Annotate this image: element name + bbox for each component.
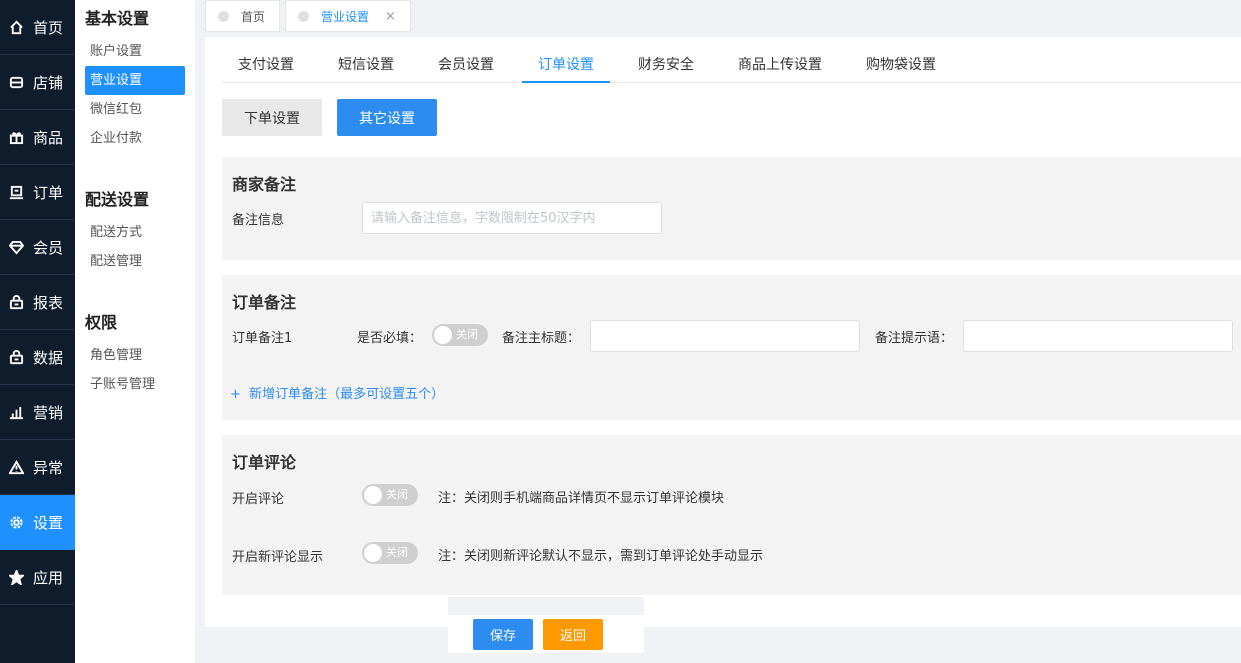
submenu-item-subaccounts[interactable]: 子账号管理: [85, 370, 185, 399]
enable-review-toggle[interactable]: 关闭: [362, 484, 418, 506]
order-note-section: 订单备注 订单备注1 是否必填： 关闭 备注主标题： 备注提示语： + 新增订单…: [222, 275, 1241, 420]
nav-item-data[interactable]: 数据: [0, 330, 75, 385]
nav-label: 营销: [33, 403, 64, 422]
subtab-goods-upload[interactable]: 商品上传设置: [722, 50, 838, 83]
submenu-item-account[interactable]: 账户设置: [85, 37, 185, 66]
nav-item-members[interactable]: 会员: [0, 220, 75, 275]
nav-label: 报表: [33, 293, 64, 312]
tab-label: 首页: [241, 9, 266, 24]
section-title: 商家备注: [232, 175, 297, 194]
main-title-label: 备注主标题：: [502, 331, 581, 346]
subtab-payment[interactable]: 支付设置: [222, 50, 310, 83]
toggle-knob: [364, 486, 382, 504]
tab-label: 营业设置: [321, 9, 370, 24]
nav-label: 数据: [33, 348, 64, 367]
nav-item-settings[interactable]: 设置: [0, 495, 75, 550]
nav-label: 订单: [33, 183, 64, 202]
star-icon: [8, 569, 24, 585]
other-settings-button[interactable]: 其它设置: [337, 99, 437, 136]
tab-dot-icon: [298, 10, 310, 22]
subtab-finance-security[interactable]: 财务安全: [622, 50, 710, 83]
tab-business-settings[interactable]: 营业设置 ×: [285, 0, 411, 32]
tab-dot-icon: [218, 10, 229, 22]
submenu-item-business[interactable]: 营业设置: [85, 66, 185, 95]
diamond-icon: [8, 239, 24, 255]
save-button[interactable]: 保存: [473, 619, 533, 650]
subtab-sms[interactable]: 短信设置: [322, 50, 410, 83]
new-review-display-label: 开启新评论显示: [232, 550, 324, 565]
required-toggle[interactable]: 关闭: [432, 324, 488, 346]
subtab-order[interactable]: 订单设置: [522, 50, 610, 83]
nav-label: 应用: [33, 568, 64, 587]
submenu-item-delivery-manage[interactable]: 配送管理: [85, 247, 185, 276]
section-title: 订单评论: [232, 453, 297, 472]
submenu-item-enterprise-pay[interactable]: 企业付款: [85, 124, 185, 153]
enable-review-note: 注：关闭则手机端商品详情页不显示订单评论模块: [438, 491, 725, 506]
submenu-group-title: 配送设置: [85, 190, 150, 209]
hint-input[interactable]: [963, 320, 1233, 352]
new-review-display-toggle[interactable]: 关闭: [362, 542, 418, 564]
bag-icon: [8, 294, 24, 310]
order-review-section: 订单评论 开启评论 关闭 注：关闭则手机端商品详情页不显示订单评论模块 开启新评…: [222, 435, 1241, 595]
submenu-item-wechat-redpacket[interactable]: 微信红包: [85, 95, 185, 124]
bar-chart-icon: [8, 404, 24, 420]
toggle-knob: [434, 326, 452, 344]
submenu-group-title: 权限: [85, 313, 118, 332]
nav-item-goods[interactable]: 商品: [0, 110, 75, 165]
hint-label: 备注提示语：: [875, 331, 954, 346]
note-info-label: 备注信息: [232, 213, 285, 228]
gear-icon: [8, 514, 24, 530]
nav-item-apps[interactable]: 应用: [0, 550, 75, 605]
main-panel: 支付设置 短信设置 会员设置 订单设置 财务安全 商品上传设置 购物袋设置 下单…: [205, 37, 1241, 627]
plus-icon: +: [230, 387, 241, 402]
order-note-row-label: 订单备注1: [232, 331, 293, 346]
nav-label: 会员: [33, 238, 64, 257]
section-title: 订单备注: [232, 293, 297, 312]
nav-item-reports[interactable]: 报表: [0, 275, 75, 330]
warning-icon: [8, 459, 24, 475]
toggle-label: 关闭: [456, 328, 478, 341]
new-review-display-note: 注：关闭则新评论默认不显示，需到订单评论处手动显示: [438, 549, 764, 564]
submenu-item-delivery-method[interactable]: 配送方式: [85, 218, 185, 247]
submenu-item-roles[interactable]: 角色管理: [85, 341, 185, 370]
bag-icon: [8, 349, 24, 365]
main-title-input[interactable]: [590, 320, 860, 352]
toggle-label: 关闭: [386, 488, 408, 501]
nav-label: 商品: [33, 128, 64, 147]
close-icon[interactable]: ×: [385, 9, 396, 24]
nav-item-store[interactable]: 店铺: [0, 55, 75, 110]
nav-item-exceptions[interactable]: 异常: [0, 440, 75, 495]
toggle-label: 关闭: [386, 546, 408, 559]
nav-label: 首页: [33, 18, 64, 37]
merchant-note-input[interactable]: [362, 202, 662, 234]
toggle-knob: [364, 544, 382, 562]
add-order-note-text: 新增订单备注（最多可设置五个）: [249, 387, 445, 402]
enable-review-label: 开启评论: [232, 492, 285, 507]
add-order-note-link[interactable]: + 新增订单备注（最多可设置五个）: [230, 383, 444, 402]
page-tabs: 首页 营业设置 ×: [205, 0, 411, 32]
home-icon: [8, 19, 24, 35]
subtab-member[interactable]: 会员设置: [422, 50, 510, 83]
store-icon: [8, 74, 24, 90]
merchant-note-section: 商家备注 备注信息: [222, 157, 1241, 260]
order-icon: [8, 184, 24, 200]
back-button[interactable]: 返回: [543, 619, 603, 650]
submenu-group-title: 基本设置: [85, 9, 150, 28]
nav-label: 店铺: [33, 73, 64, 92]
footer-divider: [448, 597, 644, 615]
nav-label: 异常: [33, 458, 64, 477]
required-label: 是否必填：: [357, 331, 423, 346]
nav-item-home[interactable]: 首页: [0, 0, 75, 55]
tab-home[interactable]: 首页: [205, 0, 281, 32]
nav-item-orders[interactable]: 订单: [0, 165, 75, 220]
nav-label: 设置: [33, 513, 64, 532]
settings-submenu: 基本设置 账户设置 营业设置 微信红包 企业付款 配送设置 配送方式 配送管理 …: [75, 0, 195, 663]
place-order-settings-button[interactable]: 下单设置: [222, 99, 322, 136]
nav-item-marketing[interactable]: 营销: [0, 385, 75, 440]
main-sidebar: 首页 店铺 商品 订单 会员 报表 数据 营销 异常 设置 应用: [0, 0, 75, 663]
subtab-shopping-bag[interactable]: 购物袋设置: [850, 50, 952, 83]
gift-icon: [8, 129, 24, 145]
settings-subtabs: 支付设置 短信设置 会员设置 订单设置 财务安全 商品上传设置 购物袋设置: [222, 50, 1241, 83]
